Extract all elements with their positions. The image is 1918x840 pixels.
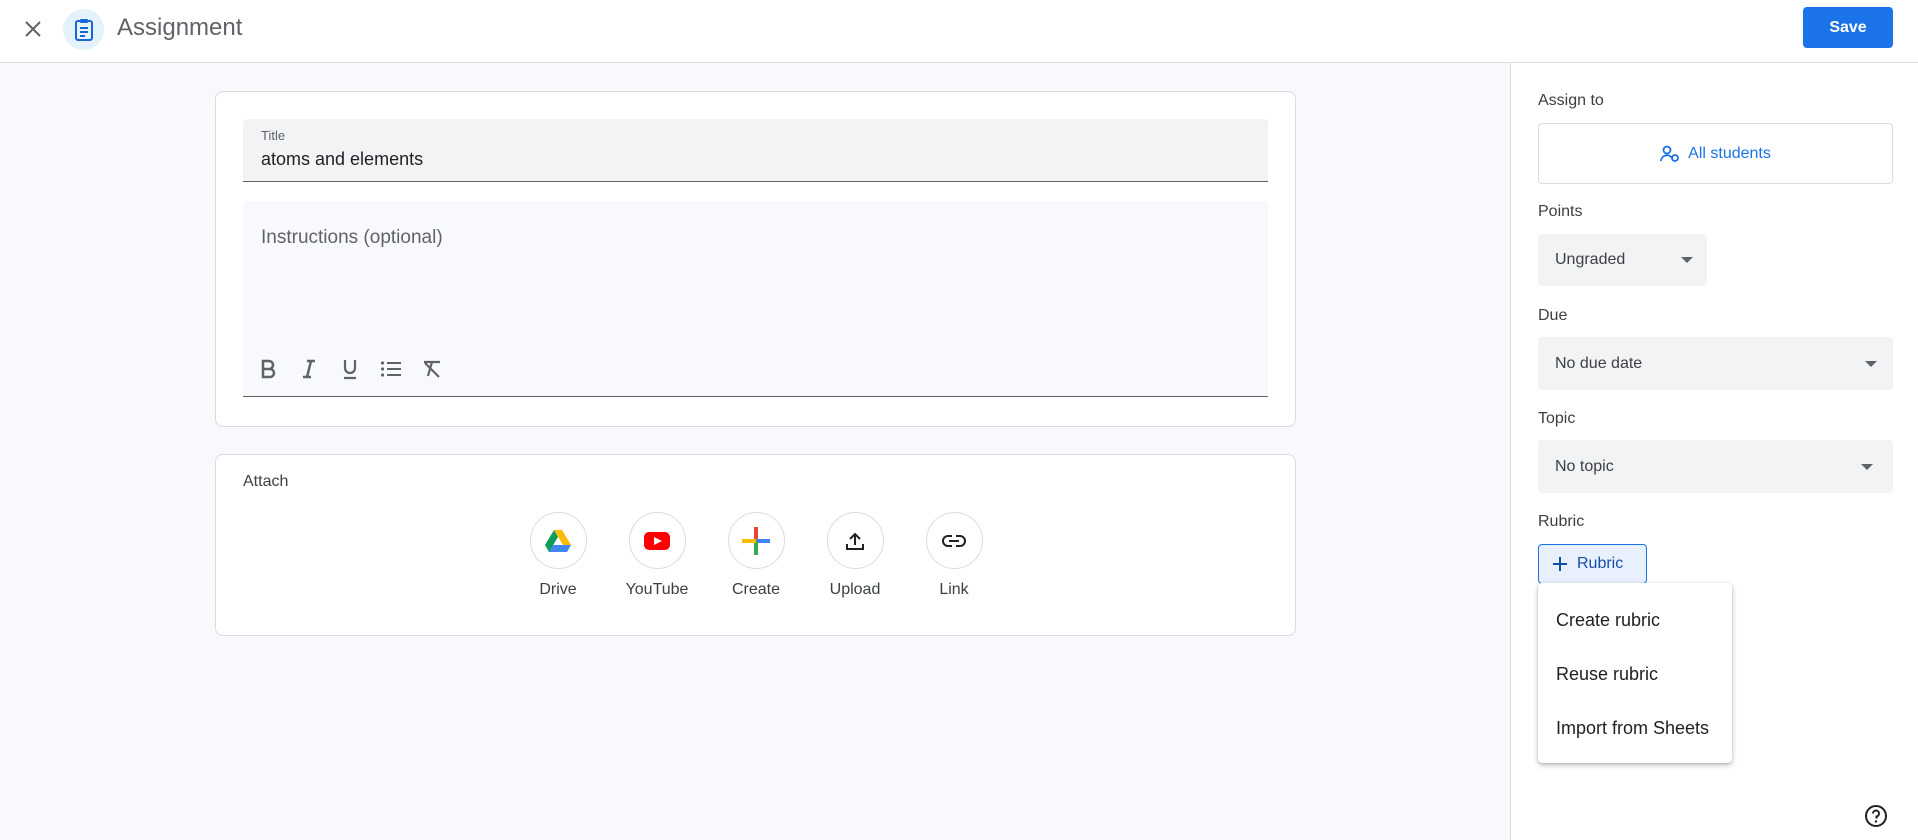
bold-button[interactable] [255,356,281,382]
save-button[interactable]: Save [1803,7,1893,48]
points-caret-icon [1681,257,1693,263]
close-button[interactable] [16,12,50,46]
drive-icon [545,530,571,552]
attach-create-label: Create [731,581,781,598]
people-settings-icon [1660,145,1680,162]
menu-item-import-from-sheets[interactable]: Import from Sheets [1538,701,1732,755]
bold-icon [261,359,276,379]
attach-heading: Attach [243,473,289,490]
topic-label: Topic [1538,410,1576,427]
bulleted-list-button[interactable] [378,356,404,382]
attach-link-button[interactable]: Link [914,512,994,599]
attach-youtube-circle [628,512,686,569]
underline-button[interactable] [337,356,363,382]
assignment-settings-panel: Assign to All students Points Ungraded D… [1510,63,1918,840]
italic-icon [303,359,315,379]
attach-youtube-label: YouTube [625,581,689,598]
title-field-label: Title [261,128,286,143]
due-caret-icon [1865,361,1877,367]
points-dropdown[interactable]: Ungraded [1538,234,1707,286]
attach-drive-button[interactable]: Drive [518,512,598,599]
due-label: Due [1538,307,1568,324]
bulleted-list-icon [380,361,401,377]
instructions-field[interactable]: Instructions (optional) [243,201,1268,397]
attach-drive-label: Drive [539,581,577,598]
formatting-toolbar [255,356,445,382]
assignment-details-card: Title atoms and elements Instructions (o… [215,91,1296,427]
topic-dropdown[interactable]: No topic [1538,440,1893,493]
attach-upload-circle [826,512,884,569]
assign-to-label: Assign to [1538,92,1604,109]
close-icon [25,21,41,37]
rubric-menu: Create rubric Reuse rubric Import from S… [1538,583,1732,763]
youtube-icon [644,531,670,550]
points-label: Points [1538,203,1583,220]
instructions-placeholder: Instructions (optional) [261,227,443,248]
attach-create-button[interactable]: Create [716,512,796,599]
attach-drive-circle [529,512,587,569]
underline-icon [343,360,357,380]
attach-youtube-button[interactable]: YouTube [617,512,697,599]
menu-item-reuse-rubric[interactable]: Reuse rubric [1538,647,1732,701]
attach-upload-label: Upload [829,581,881,598]
top-bar: Assignment Save [0,0,1918,63]
attach-link-label: Link [939,581,969,598]
topic-value: No topic [1555,457,1614,475]
points-value: Ungraded [1555,251,1626,268]
add-rubric-button[interactable]: Rubric [1538,544,1647,584]
topic-caret-icon [1861,464,1873,470]
assignment-icon [63,9,104,50]
add-rubric-label: Rubric [1577,555,1624,572]
plus-icon [1553,557,1567,571]
upload-icon [846,532,864,550]
link-icon [942,534,966,547]
page-title: Assignment [117,14,243,41]
attach-create-circle [727,512,785,569]
menu-item-create-rubric[interactable]: Create rubric [1538,593,1732,647]
assign-to-value: All students [1688,144,1771,162]
attach-link-circle [925,512,983,569]
title-field[interactable]: Title atoms and elements [243,119,1268,182]
rubric-label: Rubric [1538,513,1585,530]
assign-to-selector[interactable]: All students [1538,123,1893,184]
due-value: No due date [1555,354,1643,372]
due-dropdown[interactable]: No due date [1538,337,1893,390]
help-button[interactable] [1863,803,1889,829]
clear-formatting-icon [424,360,440,378]
help-icon [1865,805,1887,827]
attach-upload-button[interactable]: Upload [815,512,895,599]
clear-formatting-button[interactable] [419,356,445,382]
create-plus-icon [742,526,770,555]
italic-button[interactable] [296,356,322,382]
title-field-value: atoms and elements [261,149,424,169]
attach-card: Attach Drive YouTube Create Upload Link [215,454,1296,636]
